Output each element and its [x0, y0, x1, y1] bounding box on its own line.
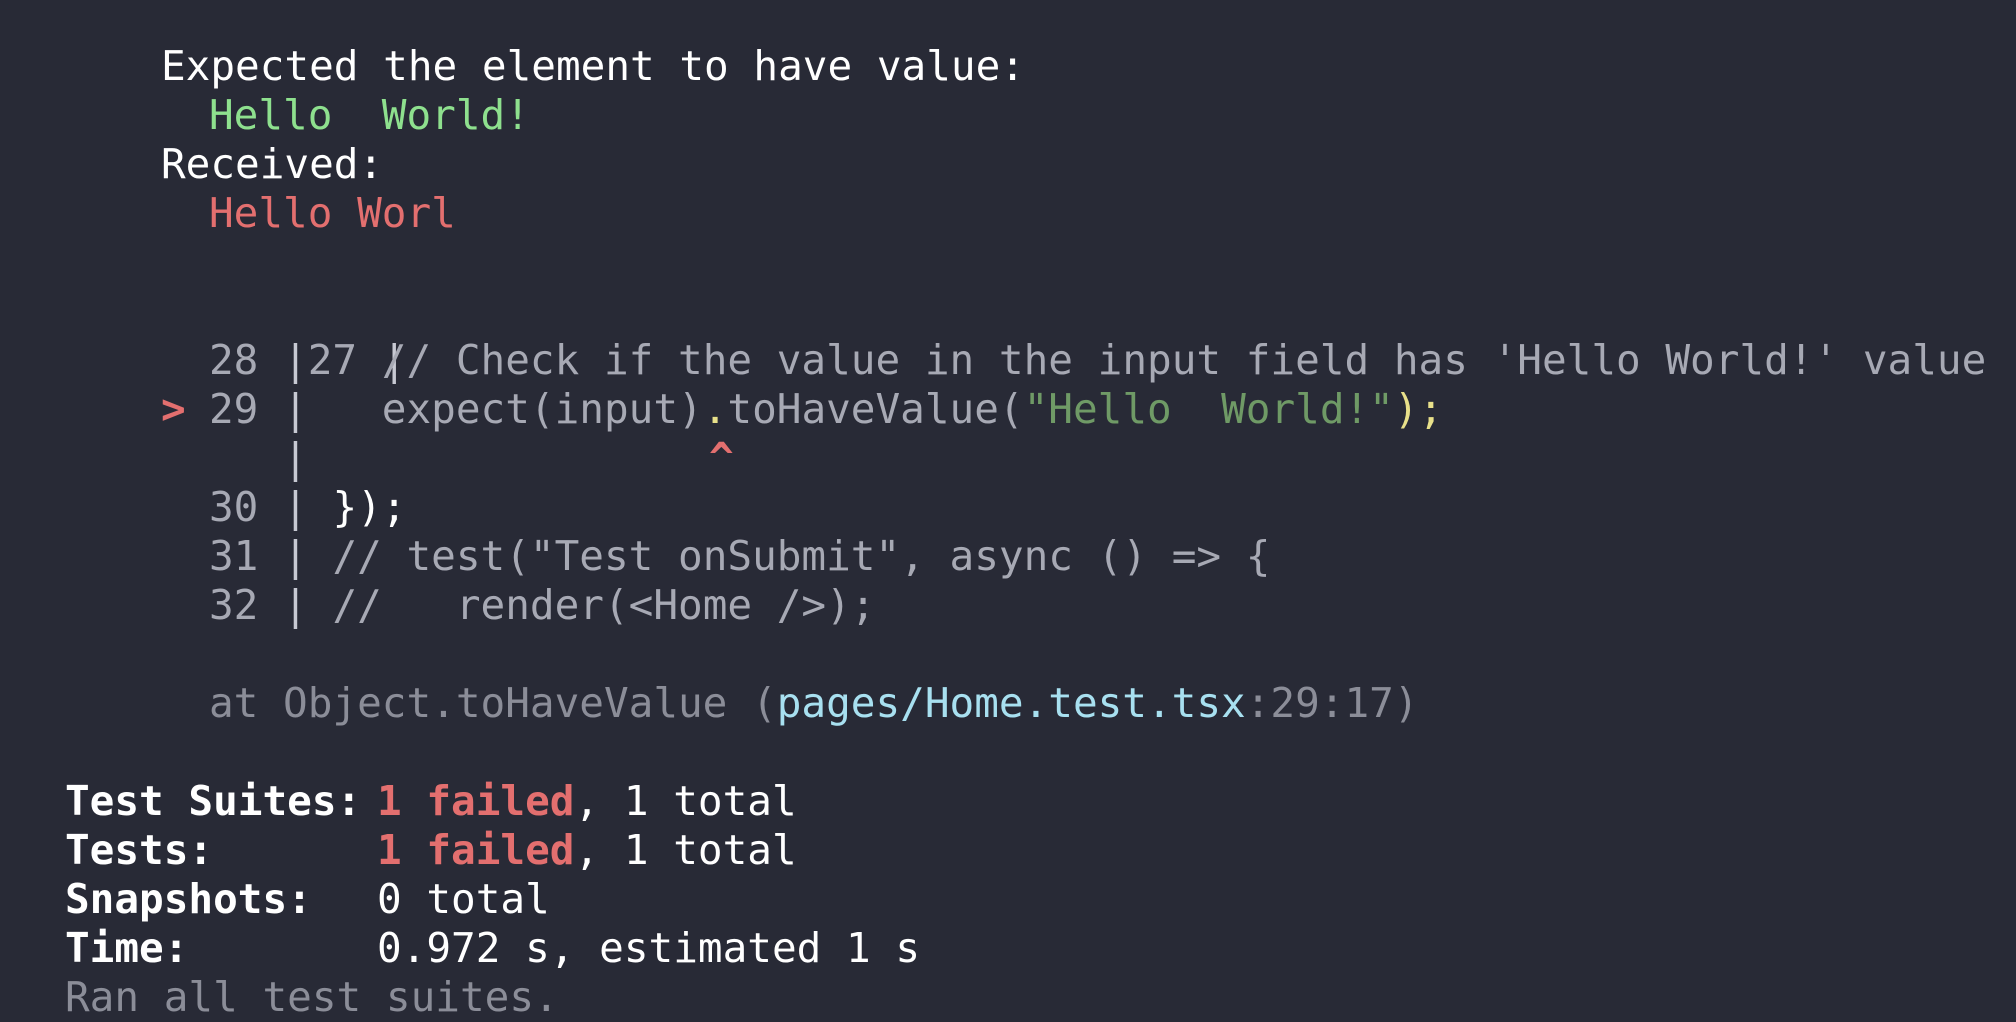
time-value: 0.972 s, estimated 1 s — [377, 924, 921, 972]
code-line-caret: | — [209, 434, 308, 483]
received-value: Hello Worl — [209, 189, 456, 237]
tests-total: , 1 total — [574, 826, 797, 874]
suites-label: Test Suites: — [65, 777, 362, 825]
expected-label: Expected the element to have value: — [161, 42, 1025, 90]
stack-trace: at Object.toHaveValue (pages/Home.test.t… — [209, 679, 1419, 728]
stack-prefix: at Object.toHaveValue ( — [209, 679, 777, 727]
expected-value: Hello World! — [209, 91, 530, 139]
code-dot: . — [702, 385, 728, 433]
line-number: 31 — [209, 532, 259, 580]
code-call: toHaveValue( — [727, 385, 1024, 433]
suites-total: , 1 total — [574, 777, 797, 825]
line-number: 32 — [209, 581, 259, 629]
code-text: // test("Test onSubmit", async () => { — [332, 532, 1271, 580]
code-text: expect(input) — [332, 385, 703, 433]
tests-label: Tests: — [65, 826, 214, 874]
suites-result: 1 failed, 1 total — [377, 777, 797, 826]
code-line-28: 28 | // Check if the value in the input … — [209, 336, 1986, 385]
gutter-pipe: | — [283, 434, 308, 482]
stack-file-link[interactable]: pages/Home.test.tsx — [777, 679, 1246, 727]
code-string: "Hello World!" — [1023, 385, 1394, 433]
code-text: // Check if the value in the input field… — [332, 336, 1987, 384]
code-line-29: 29 | expect(input).toHaveValue("Hello Wo… — [209, 385, 1443, 434]
snapshots-value: 0 total — [377, 875, 550, 923]
line-number: 30 — [209, 483, 259, 531]
tests-result: 1 failed, 1 total — [377, 826, 797, 875]
code-line-30: 30 | }); — [209, 483, 407, 532]
code-post: ); — [1393, 385, 1444, 433]
code-line-32: 32 | // render(<Home />); — [209, 581, 876, 630]
code-line-27: 27 | — [209, 287, 407, 384]
gutter-pipe: | — [283, 385, 308, 433]
line-number: 29 — [209, 385, 259, 433]
stack-location: :29:17) — [1245, 679, 1419, 727]
code-line-31: 31 | // test("Test onSubmit", async () =… — [209, 532, 1270, 581]
snapshots-label: Snapshots: — [65, 875, 312, 923]
gutter-pipe: | — [283, 532, 308, 580]
gutter-pipe: | — [283, 483, 308, 531]
code-text: // render(<Home />); — [332, 581, 876, 629]
gutter-pipe: | — [283, 336, 308, 384]
line-number: 28 — [209, 336, 259, 384]
error-line-marker: > — [161, 385, 186, 433]
code-text: }); — [332, 483, 407, 531]
caret-icon: ^ — [709, 434, 734, 482]
tests-failed: 1 failed — [377, 826, 575, 874]
ran-all-text: Ran all test suites. — [65, 973, 559, 1021]
time-label: Time: — [65, 924, 189, 972]
gutter-pipe: | — [283, 581, 308, 629]
received-label: Received: — [161, 140, 384, 188]
suites-failed: 1 failed — [377, 777, 575, 825]
